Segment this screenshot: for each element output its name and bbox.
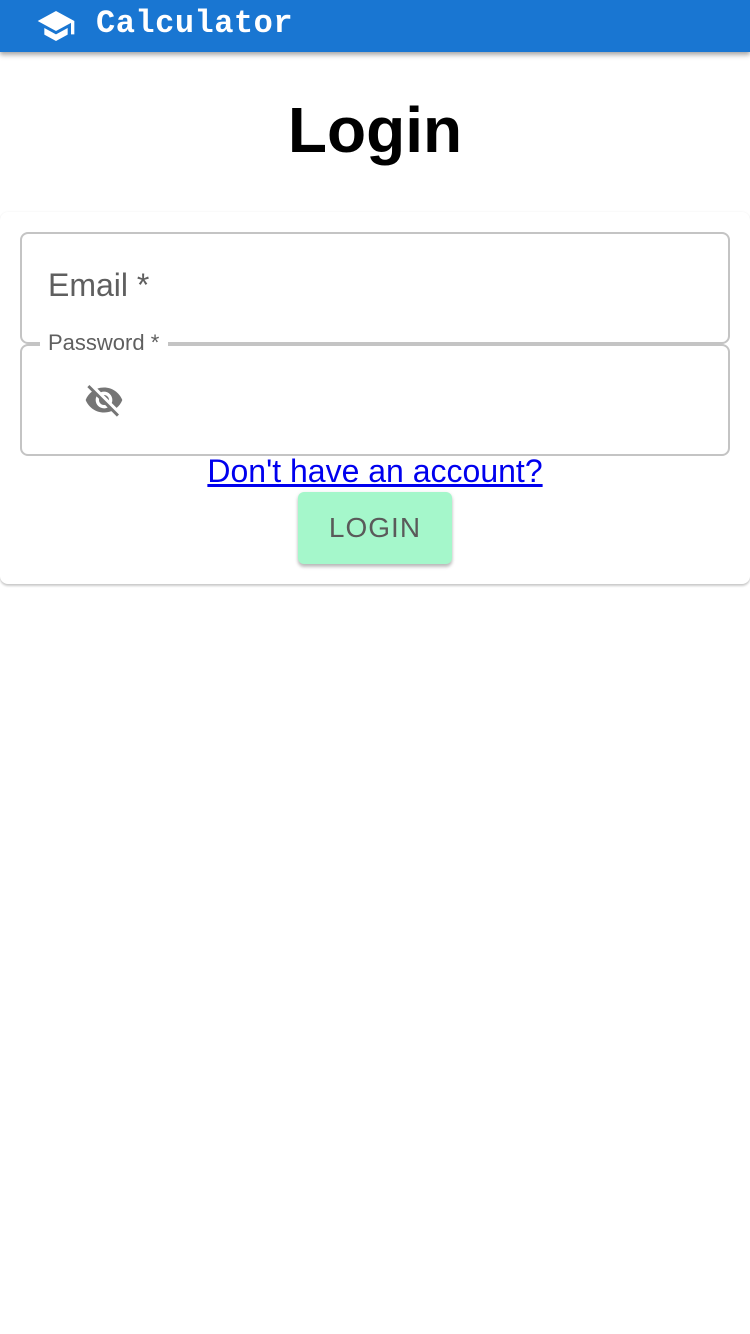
page-title: Login [287, 94, 463, 166]
login-button[interactable]: LOGIN [298, 492, 452, 564]
email-label: Email * [48, 267, 150, 303]
signup-link[interactable]: Don't have an account? [207, 453, 542, 489]
password-field[interactable]: Password * [20, 329, 730, 456]
app-bar: Calculator [0, 0, 750, 52]
app-title: Calculator [96, 5, 294, 42]
email-field[interactable]: Email * [20, 232, 730, 344]
graduation-cap-icon [34, 6, 78, 46]
password-label: Password * [40, 329, 169, 357]
login-card: Email * Password * Don't have an account… [0, 212, 750, 584]
visibility-off-icon[interactable] [80, 380, 128, 420]
signup-link-row: Don't have an account? [0, 452, 750, 490]
